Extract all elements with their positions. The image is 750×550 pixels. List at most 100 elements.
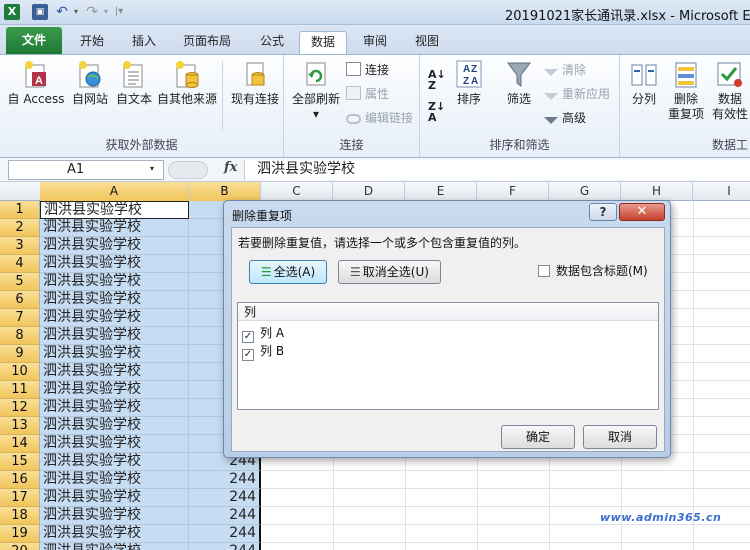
close-button[interactable]: ✕ bbox=[619, 203, 665, 221]
column-header-a[interactable]: A bbox=[40, 182, 189, 201]
column-option-b[interactable]: ✓ 列 B bbox=[242, 343, 284, 361]
sort-descending-icon[interactable]: Z↓ A bbox=[428, 101, 445, 123]
cell-a[interactable]: 泗洪县实验学校 bbox=[40, 219, 189, 237]
cell-a[interactable]: 泗洪县实验学校 bbox=[40, 453, 189, 471]
tab-formulas[interactable]: 公式 bbox=[252, 31, 292, 54]
cell-a[interactable]: 泗洪县实验学校 bbox=[40, 327, 189, 345]
row-header[interactable]: 15 bbox=[0, 453, 40, 471]
clear-filter-button[interactable]: 清除 bbox=[544, 62, 586, 78]
undo-icon[interactable]: ↶ bbox=[54, 4, 70, 20]
properties-button[interactable]: 属性 bbox=[346, 86, 389, 102]
tab-view[interactable]: 视图 bbox=[407, 31, 447, 54]
column-header-d[interactable]: D bbox=[333, 182, 405, 201]
cell-a[interactable]: 泗洪县实验学校 bbox=[40, 381, 189, 399]
row-header[interactable]: 4 bbox=[0, 255, 40, 273]
row-header[interactable]: 13 bbox=[0, 417, 40, 435]
cell-a[interactable]: 泗洪县实验学校 bbox=[40, 543, 189, 550]
row-header[interactable]: 1 bbox=[0, 201, 40, 219]
from-text-button[interactable]: 自文本 bbox=[112, 59, 156, 107]
empty-cells[interactable] bbox=[261, 489, 750, 507]
data-validation-button[interactable]: 数据 有效性 bbox=[710, 59, 750, 122]
cell-a[interactable]: 泗洪县实验学校 bbox=[40, 255, 189, 273]
help-button[interactable]: ? bbox=[589, 203, 617, 221]
column-header-g[interactable]: G bbox=[549, 182, 621, 201]
sort-ascending-icon[interactable]: A↓ Z bbox=[428, 69, 446, 91]
name-box-dropdown-icon[interactable]: ▾ bbox=[150, 164, 154, 173]
from-web-button[interactable]: 自网站 bbox=[68, 59, 112, 107]
row-header[interactable]: 5 bbox=[0, 273, 40, 291]
connections-button[interactable]: 连接 bbox=[346, 62, 389, 78]
row-header[interactable]: 17 bbox=[0, 489, 40, 507]
cell-a[interactable]: 泗洪县实验学校 bbox=[40, 291, 189, 309]
from-other-sources-button[interactable]: 自其他来源 bbox=[154, 59, 220, 107]
tab-data[interactable]: 数据 bbox=[299, 31, 347, 54]
unselect-all-button[interactable]: ☰ 取消全选(U) bbox=[338, 260, 441, 284]
tab-insert[interactable]: 插入 bbox=[124, 31, 164, 54]
cell-a[interactable]: 泗洪县实验学校 bbox=[40, 363, 189, 381]
cell-b[interactable]: 244 bbox=[189, 507, 261, 525]
row-header[interactable]: 3 bbox=[0, 237, 40, 255]
row-header[interactable]: 16 bbox=[0, 471, 40, 489]
ok-button[interactable]: 确定 bbox=[501, 425, 575, 449]
row-header[interactable]: 14 bbox=[0, 435, 40, 453]
column-header-f[interactable]: F bbox=[477, 182, 549, 201]
tab-home[interactable]: 开始 bbox=[72, 31, 112, 54]
existing-connections-button[interactable]: 现有连接 bbox=[228, 59, 282, 107]
redo-dropdown-icon[interactable]: ▾ bbox=[102, 4, 110, 20]
sort-button[interactable]: A Z Z A 排序 bbox=[450, 59, 488, 107]
cell-a[interactable]: 泗洪县实验学校 bbox=[40, 309, 189, 327]
insert-function-icon[interactable]: fx bbox=[224, 160, 237, 175]
row-header[interactable]: 11 bbox=[0, 381, 40, 399]
column-header-b[interactable]: B bbox=[189, 182, 261, 201]
column-header-c[interactable]: C bbox=[261, 182, 333, 201]
from-access-button[interactable]: A 自 Access bbox=[6, 59, 66, 107]
undo-dropdown-icon[interactable]: ▾ bbox=[72, 4, 80, 20]
empty-cells[interactable] bbox=[261, 543, 750, 550]
cell-b[interactable]: 244 bbox=[189, 543, 261, 550]
cell-a[interactable]: 泗洪县实验学校 bbox=[40, 237, 189, 255]
cell-a[interactable]: 泗洪县实验学校 bbox=[40, 417, 189, 435]
row-header[interactable]: 9 bbox=[0, 345, 40, 363]
cell-a[interactable]: 泗洪县实验学校 bbox=[40, 525, 189, 543]
row-header[interactable]: 8 bbox=[0, 327, 40, 345]
column-a-checkbox[interactable]: ✓ bbox=[242, 331, 254, 343]
column-header-e[interactable]: E bbox=[405, 182, 477, 201]
cell-a[interactable]: 泗洪县实验学校 bbox=[40, 489, 189, 507]
row-header[interactable]: 20 bbox=[0, 543, 40, 550]
empty-cells[interactable] bbox=[261, 471, 750, 489]
row-header[interactable]: 2 bbox=[0, 219, 40, 237]
tab-review[interactable]: 审阅 bbox=[355, 31, 395, 54]
select-all-button[interactable]: ☰ 全选(A) bbox=[249, 260, 327, 284]
row-header[interactable]: 12 bbox=[0, 399, 40, 417]
cell-a[interactable]: 泗洪县实验学校 bbox=[40, 273, 189, 291]
name-box[interactable]: A1 bbox=[8, 160, 164, 180]
row-header[interactable]: 18 bbox=[0, 507, 40, 525]
cell-b[interactable]: 244 bbox=[189, 525, 261, 543]
cell-b[interactable]: 244 bbox=[189, 471, 261, 489]
tab-file[interactable]: 文件 bbox=[6, 27, 62, 54]
formula-input[interactable]: 泗洪县实验学校 bbox=[244, 160, 750, 180]
filter-button[interactable]: 筛选 bbox=[500, 59, 538, 107]
row-header[interactable]: 6 bbox=[0, 291, 40, 309]
edit-links-button[interactable]: 编辑链接 bbox=[346, 110, 413, 126]
column-header-i[interactable]: I bbox=[693, 182, 750, 201]
active-cell[interactable]: 泗洪县实验学校 bbox=[40, 201, 189, 219]
cell-a[interactable]: 泗洪县实验学校 bbox=[40, 471, 189, 489]
cell-a[interactable]: 泗洪县实验学校 bbox=[40, 435, 189, 453]
customize-toolbar-icon[interactable]: |▾ bbox=[112, 4, 126, 20]
cancel-button[interactable]: 取消 bbox=[583, 425, 657, 449]
column-header-h[interactable]: H bbox=[621, 182, 693, 201]
cell-a[interactable]: 泗洪县实验学校 bbox=[40, 507, 189, 525]
reapply-button[interactable]: 重新应用 bbox=[544, 86, 610, 102]
column-b-checkbox[interactable]: ✓ bbox=[242, 349, 254, 361]
advanced-filter-button[interactable]: 高级 bbox=[544, 110, 586, 126]
column-option-a[interactable]: ✓ 列 A bbox=[242, 325, 284, 343]
headers-checkbox-box[interactable] bbox=[538, 265, 550, 277]
save-icon[interactable]: ▣ bbox=[32, 4, 48, 20]
refresh-all-dropdown-icon[interactable]: ▾ bbox=[313, 107, 319, 121]
redo-icon[interactable]: ↷ bbox=[84, 4, 100, 20]
row-header[interactable]: 19 bbox=[0, 525, 40, 543]
refresh-all-button[interactable]: 全部刷新 ▾ bbox=[288, 59, 344, 122]
tab-page-layout[interactable]: 页面布局 bbox=[177, 31, 237, 54]
text-to-columns-button[interactable]: 分列 bbox=[624, 59, 664, 107]
